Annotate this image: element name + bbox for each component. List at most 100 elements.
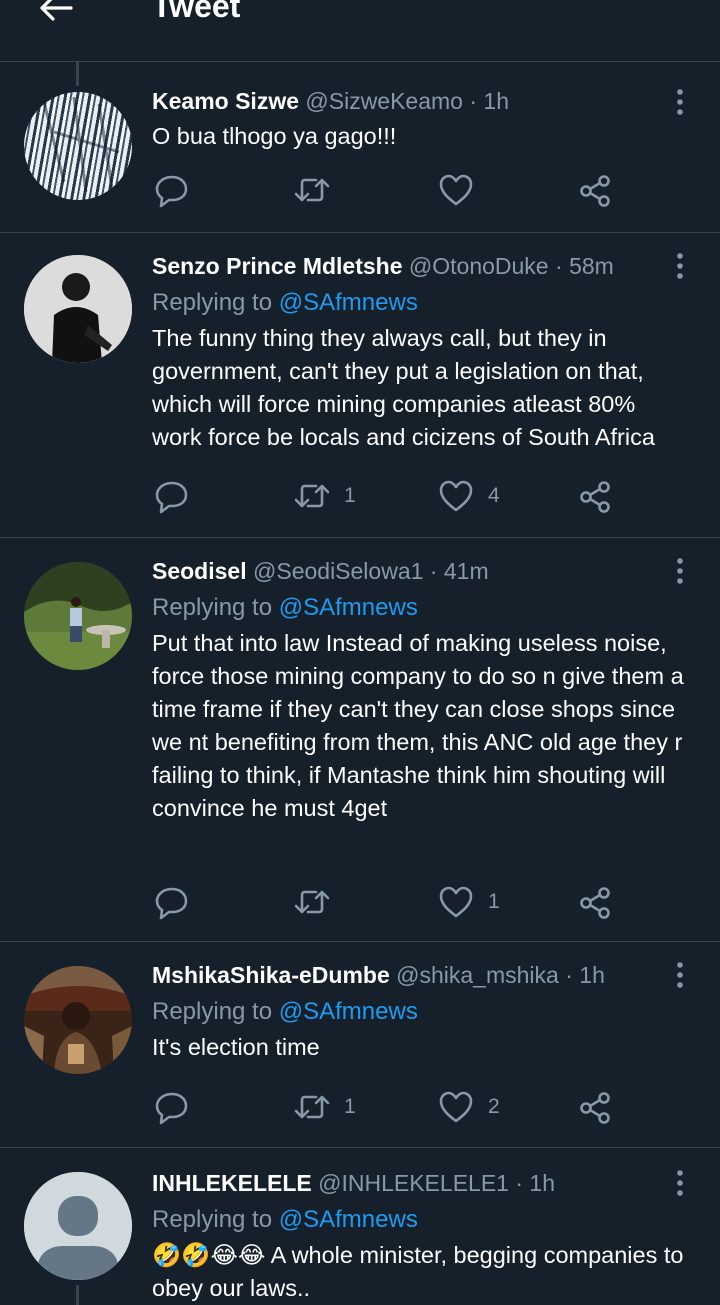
reply-icon bbox=[155, 175, 188, 208]
avatar-image bbox=[24, 562, 132, 670]
tweet-text: Put that into law Instead of making usel… bbox=[152, 630, 684, 821]
reply-icon bbox=[155, 1092, 188, 1125]
like-button[interactable]: 4 bbox=[436, 476, 500, 516]
share-button[interactable] bbox=[576, 170, 616, 210]
tweet-time: 41m bbox=[443, 558, 489, 584]
like-count: 2 bbox=[488, 1095, 500, 1118]
tweet[interactable]: Seodisel @SeodiSelowa1 · 41m Replying to… bbox=[0, 538, 720, 942]
retweet-button[interactable] bbox=[292, 882, 344, 922]
share-icon bbox=[580, 481, 610, 513]
like-count: 1 bbox=[488, 890, 500, 913]
tweet[interactable]: Senzo Prince Mdletshe @OtonoDuke · 58m R… bbox=[0, 233, 720, 538]
more-icon bbox=[677, 1170, 683, 1196]
author-name[interactable]: INHLEKELELE bbox=[152, 1170, 312, 1196]
avatar[interactable] bbox=[24, 1172, 132, 1280]
separator-dot: · bbox=[565, 962, 573, 988]
retweet-button[interactable]: 1 bbox=[292, 1087, 356, 1127]
like-icon bbox=[439, 886, 473, 918]
tweet-time: 1h bbox=[579, 962, 605, 988]
retweet-icon bbox=[294, 890, 330, 914]
avatar-image bbox=[24, 255, 132, 363]
tweet-time: 1h bbox=[483, 88, 510, 114]
tweet-meta: Keamo Sizwe @SizweKeamo · 1h bbox=[152, 86, 690, 116]
separator-dot: · bbox=[469, 88, 478, 114]
like-button[interactable]: 1 bbox=[436, 882, 500, 922]
author-name[interactable]: MshikaShika-eDumbe bbox=[152, 962, 390, 988]
reply-button[interactable] bbox=[152, 882, 192, 922]
top-bar: Tweet bbox=[0, 0, 720, 62]
more-options-button[interactable] bbox=[668, 1168, 692, 1198]
reply-icon bbox=[155, 887, 188, 920]
reply-button[interactable] bbox=[152, 1087, 192, 1127]
share-icon bbox=[580, 887, 610, 919]
like-count: 4 bbox=[488, 484, 500, 507]
tweet-meta: Senzo Prince Mdletshe @OtonoDuke · 58m bbox=[152, 251, 690, 281]
author-handle[interactable]: @SizweKeamo bbox=[305, 88, 463, 114]
author-handle[interactable]: @shika_mshika bbox=[396, 962, 559, 988]
share-button[interactable] bbox=[576, 476, 616, 516]
more-icon bbox=[677, 962, 683, 988]
tweet-text: O bua tlhogo ya gago!!! bbox=[152, 123, 397, 149]
mention-link[interactable]: @SAfmnews bbox=[279, 998, 418, 1025]
retweet-button[interactable] bbox=[292, 170, 344, 210]
more-options-button[interactable] bbox=[668, 960, 692, 990]
tweet-meta: Seodisel @SeodiSelowa1 · 41m bbox=[152, 556, 690, 586]
action-bar: 1 2 bbox=[152, 1087, 622, 1127]
replying-to: Replying to @SAfmnews bbox=[152, 997, 690, 1027]
avatar[interactable] bbox=[24, 255, 132, 363]
share-button[interactable] bbox=[576, 882, 616, 922]
replying-to: Replying to @SAfmnews bbox=[152, 1205, 690, 1235]
share-icon bbox=[580, 1092, 610, 1124]
reply-button[interactable] bbox=[152, 170, 192, 210]
retweet-button[interactable]: 1 bbox=[292, 476, 356, 516]
author-name[interactable]: Senzo Prince Mdletshe bbox=[152, 253, 403, 279]
page-title: Tweet bbox=[152, 0, 241, 24]
share-button[interactable] bbox=[576, 1087, 616, 1127]
avatar[interactable] bbox=[24, 966, 132, 1074]
tweet-time: 58m bbox=[569, 253, 614, 279]
tweet-text: The funny thing they always call, but th… bbox=[152, 325, 655, 450]
avatar[interactable] bbox=[24, 562, 132, 670]
replying-prefix: Replying to bbox=[152, 289, 279, 316]
more-options-button[interactable] bbox=[668, 251, 692, 281]
more-options-button[interactable] bbox=[668, 87, 692, 117]
replying-prefix: Replying to bbox=[152, 594, 279, 621]
back-arrow-icon bbox=[40, 0, 73, 21]
tweet-time: 1h bbox=[529, 1170, 555, 1196]
author-name[interactable]: Seodisel bbox=[152, 558, 247, 584]
like-icon bbox=[439, 174, 473, 206]
tweet-meta: MshikaShika-eDumbe @shika_mshika · 1h bbox=[152, 960, 690, 990]
tweet[interactable]: INHLEKELELE @INHLEKELELE1 · 1h Replying … bbox=[0, 1148, 720, 1305]
mention-link[interactable]: @SAfmnews bbox=[279, 1206, 418, 1233]
action-bar: 1 4 bbox=[152, 476, 622, 516]
tweet[interactable]: Keamo Sizwe @SizweKeamo · 1h O bua tlhog… bbox=[0, 62, 720, 233]
reply-button[interactable] bbox=[152, 476, 192, 516]
tweet[interactable]: MshikaShika-eDumbe @shika_mshika · 1h Re… bbox=[0, 942, 720, 1148]
like-button[interactable]: 2 bbox=[436, 1087, 500, 1127]
retweet-count: 1 bbox=[344, 1095, 356, 1118]
like-button[interactable] bbox=[436, 170, 488, 210]
mention-link[interactable]: @SAfmnews bbox=[279, 594, 418, 621]
like-icon bbox=[439, 1091, 473, 1123]
share-icon bbox=[580, 175, 610, 207]
replying-prefix: Replying to bbox=[152, 1206, 279, 1233]
thread-line bbox=[76, 1285, 79, 1305]
more-options-button[interactable] bbox=[668, 556, 692, 586]
avatar-image bbox=[24, 966, 132, 1074]
like-icon bbox=[439, 480, 473, 512]
author-handle[interactable]: @SeodiSelowa1 bbox=[253, 558, 423, 584]
default-avatar-icon bbox=[24, 1172, 132, 1280]
retweet-icon bbox=[294, 484, 330, 508]
mention-link[interactable]: @SAfmnews bbox=[279, 289, 418, 316]
author-handle[interactable]: @INHLEKELELE1 bbox=[318, 1170, 509, 1196]
retweet-icon bbox=[294, 178, 330, 202]
tweet-meta: INHLEKELELE @INHLEKELELE1 · 1h bbox=[152, 1168, 690, 1198]
more-icon bbox=[677, 558, 683, 584]
tweet-text: 🤣🤣😂😂 A whole minister, begging companies… bbox=[152, 1242, 684, 1301]
tweet-text: It's election time bbox=[152, 1034, 320, 1060]
back-button[interactable] bbox=[36, 0, 76, 28]
author-name[interactable]: Keamo Sizwe bbox=[152, 88, 299, 114]
author-handle[interactable]: @OtonoDuke bbox=[409, 253, 549, 279]
avatar-image bbox=[42, 96, 120, 193]
avatar[interactable] bbox=[24, 92, 132, 200]
